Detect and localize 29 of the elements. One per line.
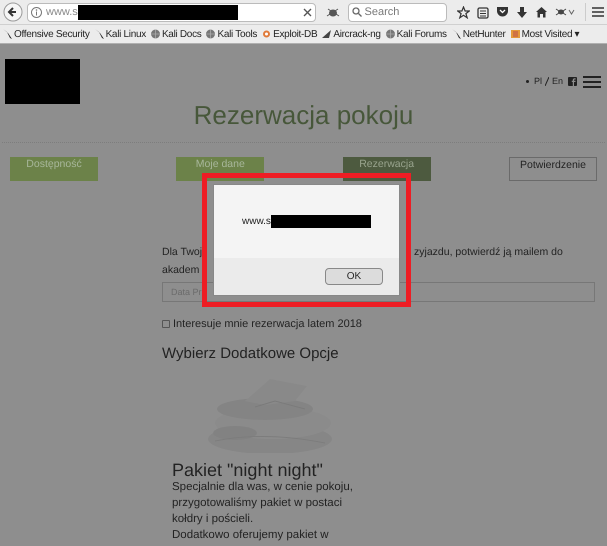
bookmark[interactable]: Aircrack-ng — [321, 26, 381, 42]
checkbox-label: Interesuje mnie rezerwacja latem 2018 — [173, 317, 362, 332]
bookmark[interactable]: Kali Docs — [150, 26, 202, 42]
search-placeholder: Search — [364, 4, 400, 20]
ok-button[interactable]: OK — [325, 268, 383, 285]
bookmark[interactable]: Offensive Security — [2, 26, 90, 42]
package-title: Pakiet "night night" — [172, 459, 324, 479]
search-field[interactable]: Search — [348, 2, 448, 22]
bookmark[interactable]: Exploit-DB — [261, 26, 318, 42]
language-link[interactable]: Pl — [534, 75, 542, 88]
paragraph-text: akadem — [162, 263, 200, 278]
paragraph-text: Specjalnie dla was, w cenie pokoju, — [172, 480, 354, 495]
step-button[interactable]: Potwierdzenie — [508, 157, 597, 181]
bookmark[interactable]: Most Visited ▾ — [510, 26, 580, 42]
paragraph-text: Dla Twoj — [162, 245, 204, 260]
url-text: www.s — [46, 4, 78, 20]
paragraph-text: Dodatkowo oferujemy pakiet w — [172, 528, 330, 543]
alert-message: www.s — [242, 215, 271, 229]
paragraph-text: przygotowaliśmy pakiet w postaci — [172, 496, 344, 511]
paragraph-text: zyjazdu, potwierdź ją mailem do — [414, 245, 563, 260]
address-bar[interactable]: www.s — [27, 2, 316, 22]
bookmark[interactable]: Kali Linux — [94, 26, 146, 42]
language-link[interactable]: En — [552, 75, 563, 88]
page-title: Rezerwacja pokoju — [192, 99, 414, 132]
bookmark[interactable]: Kali Forums — [384, 26, 447, 42]
bookmark[interactable]: Kali Tools — [205, 26, 258, 42]
paragraph-text: kołdry i pościeli. — [172, 512, 254, 527]
bookmark[interactable]: NetHunter — [450, 26, 506, 42]
section-heading: Wybierz Dodatkowe Opcje — [162, 344, 340, 364]
